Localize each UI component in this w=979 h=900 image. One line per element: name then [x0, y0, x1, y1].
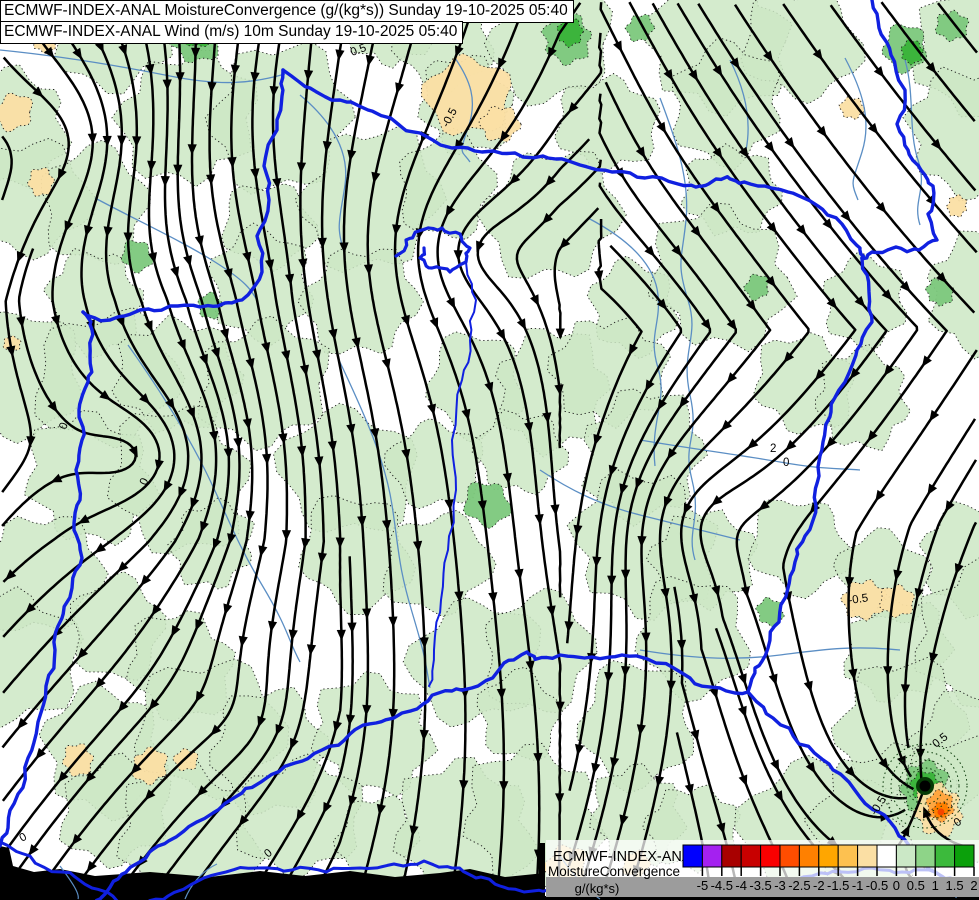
colorbar-tick-label: -4 — [735, 878, 747, 893]
colorbar-tick-label: 0.5 — [907, 878, 925, 893]
colorbar-tick-label: -3 — [774, 878, 786, 893]
colorbar-tick-label: -0.5 — [866, 878, 888, 893]
colorbar-swatch — [895, 844, 917, 868]
colorbar-swatch — [701, 844, 723, 868]
legend-units: g/(kg*s) — [575, 881, 620, 896]
colorbar-tick-label: -3.5 — [749, 878, 771, 893]
colorbar-tick-label: -1 — [852, 878, 864, 893]
colorbar-tick-label: -2.5 — [788, 878, 810, 893]
weather-map-viewport: -0.5000.5-0.50020000-0.50.5ECMWF-INDEX-A… — [0, 0, 979, 900]
colorbar-tick-label: 1 — [932, 878, 939, 893]
colorbar-swatch — [876, 844, 897, 868]
colorbar-tick-label: -5 — [697, 878, 709, 893]
colorbar-swatch — [760, 844, 781, 868]
legend: ECMWF-INDEX-ANALMoistureConvergence g/(kg… — [546, 840, 979, 897]
colorbar-swatch — [779, 844, 800, 868]
colorbar-swatch — [818, 844, 839, 868]
contour-label: 0 — [783, 457, 789, 469]
contour-label: 2 — [770, 443, 776, 455]
colorbar-tick-label: -2 — [813, 878, 825, 893]
legend-model-name: ECMWF-INDEX-ANAL — [553, 849, 700, 865]
colorbar-swatch — [837, 844, 859, 868]
legend-parameter-name: MoistureConvergence — [548, 864, 680, 879]
map-title-wind: ECMWF-INDEX-ANAL Wind (m/s) 10m Sunday 1… — [0, 21, 464, 44]
colorbar-tick-label: 2 — [970, 878, 977, 893]
weather-map: -0.5000.5-0.50020000-0.50.5ECMWF-INDEX-A… — [0, 0, 979, 900]
colorbar-tick-label: 1.5 — [946, 878, 964, 893]
colorbar-swatch — [721, 844, 742, 868]
colorbar-tick-label: -1.5 — [827, 878, 849, 893]
colorbar-swatch — [798, 844, 820, 868]
colorbar-swatch — [682, 844, 703, 868]
colorbar-swatch — [915, 844, 936, 868]
colorbar-swatch — [857, 844, 878, 868]
colorbar-tick-label: 0 — [893, 878, 900, 893]
colorbar-swatch — [954, 844, 975, 868]
colorbar-tick-label: -4.5 — [711, 878, 733, 893]
colorbar-swatch — [740, 844, 762, 868]
map-title-moisture-convergence: ECMWF-INDEX-ANAL MoistureConvergence (g/… — [0, 0, 574, 23]
colorbar-swatch — [934, 844, 956, 868]
